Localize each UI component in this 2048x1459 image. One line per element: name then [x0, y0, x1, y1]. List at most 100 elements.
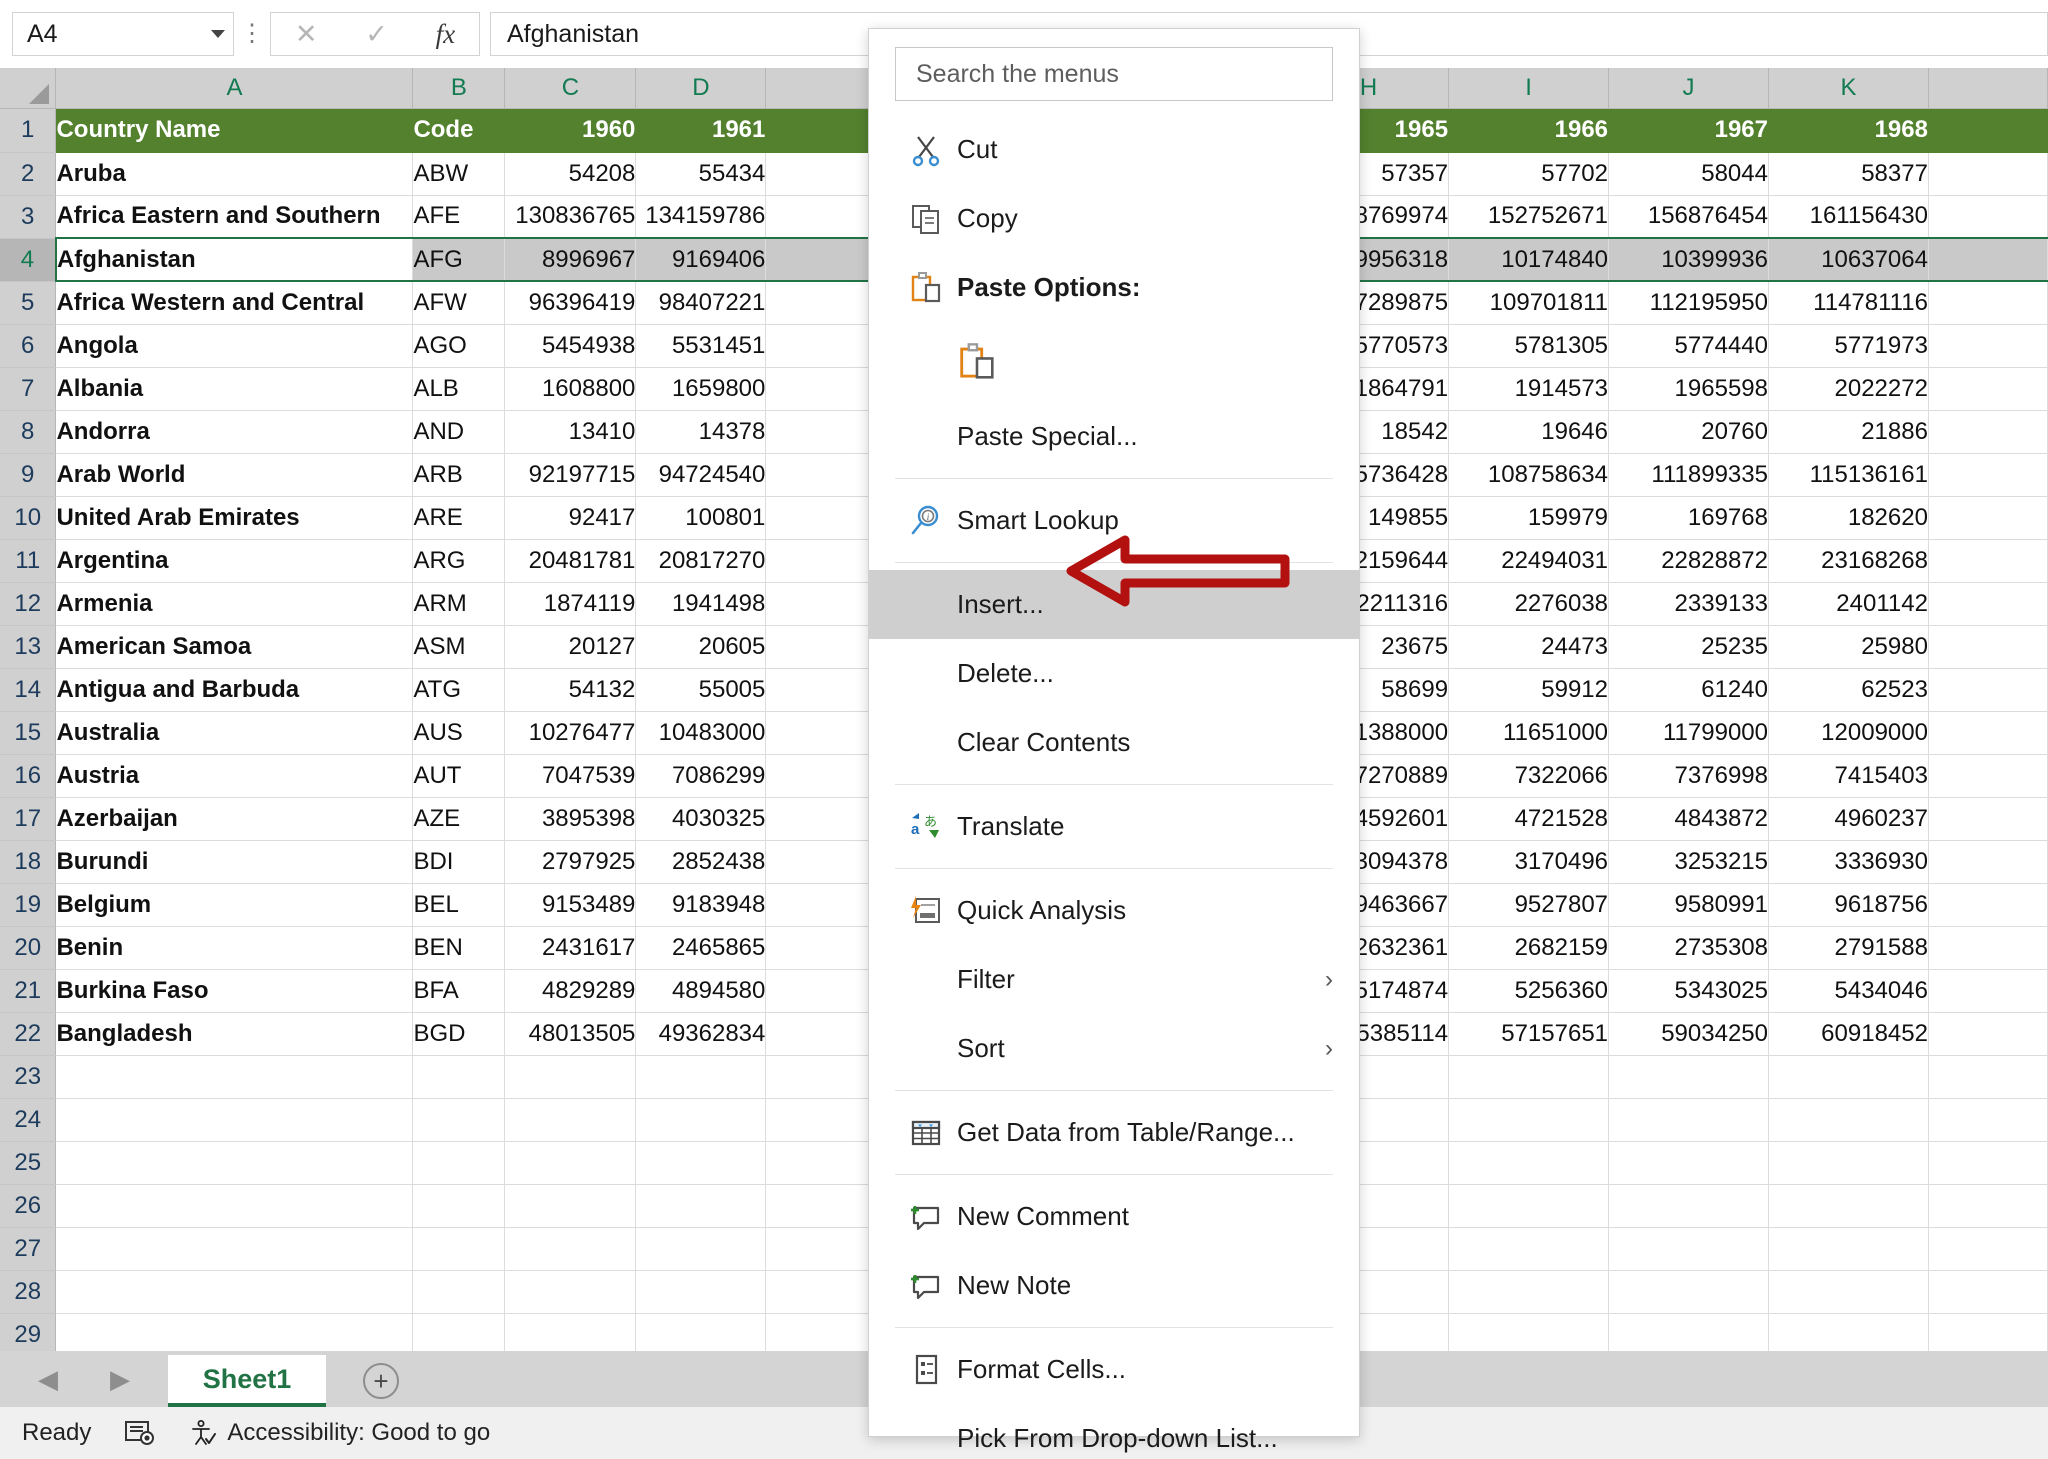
cell-L12[interactable]	[1928, 582, 2048, 626]
cell-J9[interactable]: 111899335	[1608, 453, 1769, 497]
cell-J10[interactable]: 169768	[1608, 496, 1769, 540]
cell-J11[interactable]: 22828872	[1608, 539, 1769, 583]
cell-B25[interactable]	[412, 1141, 506, 1185]
cell-J6[interactable]: 5774440	[1608, 324, 1769, 368]
cell-K17[interactable]: 4960237	[1768, 797, 1929, 841]
cell-A29[interactable]	[55, 1313, 414, 1351]
cell-J23[interactable]	[1608, 1055, 1769, 1099]
cell-D4[interactable]: 9169406	[635, 237, 767, 282]
cell-A14[interactable]: Antigua and Barbuda	[55, 668, 414, 712]
cell-J1[interactable]: 1967	[1608, 108, 1769, 153]
cell-L15[interactable]	[1928, 711, 2048, 755]
cell-C4[interactable]: 8996967	[504, 237, 637, 282]
cell-K6[interactable]: 5771973	[1768, 324, 1929, 368]
cell-K24[interactable]	[1768, 1098, 1929, 1142]
cell-C2[interactable]: 54208	[504, 152, 637, 196]
row-header-20[interactable]: 20	[0, 926, 57, 970]
cell-I6[interactable]: 5781305	[1448, 324, 1610, 368]
cell-C22[interactable]: 48013505	[504, 1012, 637, 1056]
cell-B16[interactable]: AUT	[412, 754, 506, 798]
cell-A28[interactable]	[55, 1270, 414, 1314]
cell-K27[interactable]	[1768, 1227, 1929, 1271]
menu-search-input[interactable]: Search the menus	[895, 47, 1333, 101]
cell-D20[interactable]: 2465865	[635, 926, 767, 970]
cell-L5[interactable]	[1928, 281, 2048, 325]
cell-I17[interactable]: 4721528	[1448, 797, 1610, 841]
cell-C12[interactable]: 1874119	[504, 582, 637, 626]
column-header-C[interactable]: C	[504, 68, 637, 109]
cell-D27[interactable]	[635, 1227, 767, 1271]
cell-C23[interactable]	[504, 1055, 637, 1099]
row-header-9[interactable]: 9	[0, 453, 57, 497]
row-header-26[interactable]: 26	[0, 1184, 57, 1228]
cell-C14[interactable]: 54132	[504, 668, 637, 712]
cell-D19[interactable]: 9183948	[635, 883, 767, 927]
cell-D25[interactable]	[635, 1141, 767, 1185]
cell-J13[interactable]: 25235	[1608, 625, 1769, 669]
row-header-27[interactable]: 27	[0, 1227, 57, 1271]
nav-next-icon[interactable]: ▶	[110, 1364, 130, 1395]
cell-L7[interactable]	[1928, 367, 2048, 411]
cell-K4[interactable]: 10637064	[1768, 237, 1929, 282]
sheet-tab-sheet1[interactable]: Sheet1	[168, 1355, 326, 1407]
cell-K23[interactable]	[1768, 1055, 1929, 1099]
cell-D21[interactable]: 4894580	[635, 969, 767, 1013]
nav-prev-icon[interactable]: ◀	[38, 1364, 58, 1395]
cell-A2[interactable]: Aruba	[55, 152, 414, 196]
cell-I22[interactable]: 57157651	[1448, 1012, 1610, 1056]
menu-item-quick-analysis[interactable]: Quick Analysis	[869, 876, 1359, 945]
cell-L13[interactable]	[1928, 625, 2048, 669]
cell-A6[interactable]: Angola	[55, 324, 414, 368]
cell-A17[interactable]: Azerbaijan	[55, 797, 414, 841]
cell-I18[interactable]: 3170496	[1448, 840, 1610, 884]
cell-I9[interactable]: 108758634	[1448, 453, 1610, 497]
cell-A18[interactable]: Burundi	[55, 840, 414, 884]
cell-B20[interactable]: BEN	[412, 926, 506, 970]
cell-A9[interactable]: Arab World	[55, 453, 414, 497]
cell-A16[interactable]: Austria	[55, 754, 414, 798]
cell-B22[interactable]: BGD	[412, 1012, 506, 1056]
cell-B13[interactable]: ASM	[412, 625, 506, 669]
cell-D9[interactable]: 94724540	[635, 453, 767, 497]
menu-item-delete[interactable]: Delete...	[869, 639, 1359, 708]
cell-I16[interactable]: 7322066	[1448, 754, 1610, 798]
row-header-25[interactable]: 25	[0, 1141, 57, 1185]
cell-D13[interactable]: 20605	[635, 625, 767, 669]
cell-L28[interactable]	[1928, 1270, 2048, 1314]
cell-C5[interactable]: 96396419	[504, 281, 637, 325]
menu-item-new-note[interactable]: New Note	[869, 1251, 1359, 1320]
cell-D24[interactable]	[635, 1098, 767, 1142]
menu-item-new-comment[interactable]: New Comment	[869, 1182, 1359, 1251]
cell-A3[interactable]: Africa Eastern and Southern	[55, 195, 414, 239]
cell-J5[interactable]: 112195950	[1608, 281, 1769, 325]
cell-K26[interactable]	[1768, 1184, 1929, 1228]
cell-A5[interactable]: Africa Western and Central	[55, 281, 414, 325]
context-menu[interactable]: Search the menus Cut Copy Paste Options:…	[868, 28, 1360, 1453]
cell-I2[interactable]: 57702	[1448, 152, 1610, 196]
cell-J19[interactable]: 9580991	[1608, 883, 1769, 927]
menu-item-paste-options[interactable]: Paste Options:	[869, 253, 1359, 322]
row-header-21[interactable]: 21	[0, 969, 57, 1013]
cell-C20[interactable]: 2431617	[504, 926, 637, 970]
cell-L6[interactable]	[1928, 324, 2048, 368]
column-header-B[interactable]: B	[412, 68, 506, 109]
add-sheet-button[interactable]: +	[326, 1355, 436, 1407]
select-all-corner[interactable]	[0, 68, 57, 109]
row-header-16[interactable]: 16	[0, 754, 57, 798]
menu-item-sort[interactable]: Sort ›	[869, 1014, 1359, 1083]
cell-B12[interactable]: ARM	[412, 582, 506, 626]
cell-J26[interactable]	[1608, 1184, 1769, 1228]
cell-D29[interactable]	[635, 1313, 767, 1351]
cell-C24[interactable]	[504, 1098, 637, 1142]
cell-C19[interactable]: 9153489	[504, 883, 637, 927]
cell-B29[interactable]	[412, 1313, 506, 1351]
name-box[interactable]: A4	[12, 12, 234, 56]
cell-K20[interactable]: 2791588	[1768, 926, 1929, 970]
menu-item-smart-lookup[interactable]: i Smart Lookup	[869, 486, 1359, 555]
cell-C27[interactable]	[504, 1227, 637, 1271]
cell-B6[interactable]: AGO	[412, 324, 506, 368]
row-header-1[interactable]: 1	[0, 108, 57, 153]
cell-D3[interactable]: 134159786	[635, 195, 767, 239]
cell-B8[interactable]: AND	[412, 410, 506, 454]
cell-B10[interactable]: ARE	[412, 496, 506, 540]
